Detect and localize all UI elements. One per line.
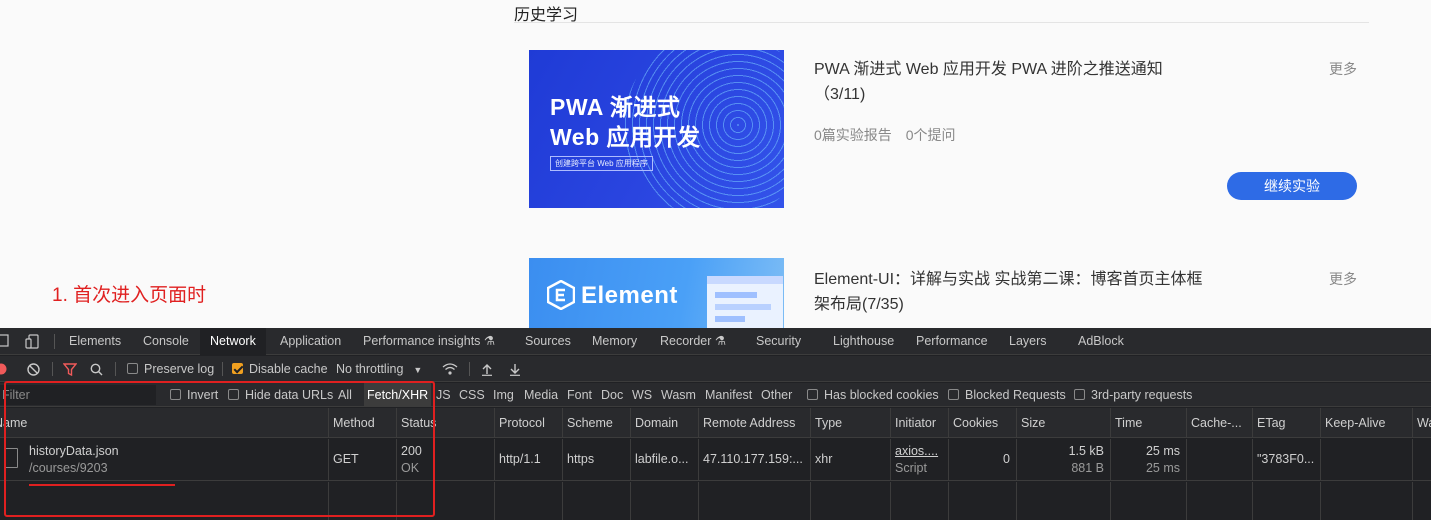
column-cookies[interactable]: Cookies (948, 408, 1016, 438)
preserve-log-checkbox[interactable]: Preserve log (127, 356, 214, 382)
annotation-underline (29, 484, 175, 486)
clear-icon[interactable] (27, 363, 40, 376)
export-har-icon[interactable] (509, 363, 521, 376)
filter-type-css[interactable]: CSS (459, 383, 485, 407)
cell-protocol: http/1.1 (494, 439, 562, 481)
cell-cache (1186, 439, 1252, 481)
course-title-pwa[interactable]: PWA 渐进式 Web 应用开发 PWA 进阶之推送通知（3/11) (814, 57, 1214, 107)
filter-type-other[interactable]: Other (761, 383, 792, 407)
more-link-element[interactable]: 更多 (1329, 269, 1357, 289)
screenshot-root: 历史学习 PWA 渐进式 Web 应用开发 创建跨平台 Web 应用程序 PWA… (0, 0, 1431, 520)
report-count: 0篇实验报告 (814, 127, 892, 143)
tab-network[interactable]: Network (200, 328, 266, 355)
dropdown-arrow-icon: ▼ (413, 365, 423, 375)
checkbox-icon (948, 389, 959, 400)
cell-keep-alive (1320, 439, 1412, 481)
more-link-pwa[interactable]: 更多 (1329, 59, 1357, 79)
ui-mockup-illustration (707, 276, 783, 328)
column-type[interactable]: Type (810, 408, 890, 438)
question-count: 0个提问 (905, 127, 956, 143)
thumbnail-subtitle: 创建跨平台 Web 应用程序 (550, 156, 653, 171)
checkbox-icon (1074, 389, 1085, 400)
tab-recorder[interactable]: Recorder ⚗ (660, 328, 726, 355)
cell-domain: labfile.o... (630, 439, 698, 481)
tab-application[interactable]: Application (280, 328, 341, 355)
inspect-element-icon[interactable] (0, 334, 10, 348)
column-etag[interactable]: ETag (1252, 408, 1320, 438)
tab-adblock[interactable]: AdBlock (1078, 328, 1124, 355)
tab-sources[interactable]: Sources (525, 328, 571, 355)
column-domain[interactable]: Domain (630, 408, 698, 438)
cell-initiator: axios.... Script (890, 439, 948, 481)
has-blocked-cookies-checkbox[interactable]: Has blocked cookies (807, 383, 939, 407)
checkbox-checked-icon (232, 363, 243, 374)
disable-cache-checkbox[interactable]: Disable cache (232, 356, 328, 382)
network-conditions-icon[interactable] (442, 363, 458, 376)
cell-time: 25 ms 25 ms (1110, 439, 1186, 481)
filter-type-ws[interactable]: WS (632, 383, 652, 407)
import-har-icon[interactable] (481, 363, 493, 376)
tab-memory[interactable]: Memory (592, 328, 637, 355)
thumbnail-title-line2: Web 应用开发 (550, 124, 701, 150)
column-protocol[interactable]: Protocol (494, 408, 562, 438)
checkbox-icon (807, 389, 818, 400)
column-cache[interactable]: Cache-... (1186, 408, 1252, 438)
column-wa[interactable]: Wa (1412, 408, 1431, 438)
filter-type-wasm[interactable]: Wasm (661, 383, 696, 407)
initiator-link[interactable]: axios.... (895, 444, 938, 458)
course-meta: 0篇实验报告 0个提问 (814, 125, 965, 145)
thumbnail-title-line1: PWA 渐进式 (550, 94, 681, 120)
cell-cookies: 0 (948, 439, 1016, 481)
course-history-page: 历史学习 PWA 渐进式 Web 应用开发 创建跨平台 Web 应用程序 PWA… (0, 0, 1431, 328)
record-icon[interactable] (0, 363, 7, 375)
section-divider (514, 22, 1369, 23)
thumbnail-title: Element (581, 282, 678, 309)
column-remote-address[interactable]: Remote Address (698, 408, 810, 438)
blocked-requests-checkbox[interactable]: Blocked Requests (948, 383, 1066, 407)
tab-console[interactable]: Console (143, 328, 189, 355)
tab-elements[interactable]: Elements (69, 328, 121, 355)
devtools-tabbar: Elements Console Network Application Per… (0, 328, 1431, 355)
tab-layers[interactable]: Layers (1009, 328, 1047, 355)
tab-performance[interactable]: Performance (916, 328, 988, 355)
cell-scheme: https (562, 439, 630, 481)
filter-icon[interactable] (63, 363, 77, 376)
column-keep-alive[interactable]: Keep-Alive (1320, 408, 1412, 438)
network-toolbar: Preserve log Disable cache No throttling… (0, 356, 1431, 382)
filter-type-font[interactable]: Font (567, 383, 592, 407)
element-logo-icon (547, 280, 575, 310)
filter-type-media[interactable]: Media (524, 383, 558, 407)
column-initiator[interactable]: Initiator (890, 408, 948, 438)
third-party-requests-checkbox[interactable]: 3rd-party requests (1074, 383, 1192, 407)
filter-type-img[interactable]: Img (493, 383, 514, 407)
filter-type-doc[interactable]: Doc (601, 383, 623, 407)
course-title-element[interactable]: Element-UI：详解与实战 实战第二课：博客首页主体框架布局(7/35) (814, 267, 1214, 317)
search-icon[interactable] (90, 363, 103, 376)
column-scheme[interactable]: Scheme (562, 408, 630, 438)
filter-type-manifest[interactable]: Manifest (705, 383, 752, 407)
cell-size: 1.5 kB 881 B (1016, 439, 1110, 481)
device-toolbar-icon[interactable] (25, 334, 40, 349)
cell-wa (1412, 439, 1431, 481)
throttling-select[interactable]: No throttling ▼ (336, 356, 422, 382)
column-time[interactable]: Time (1110, 408, 1186, 438)
annotation-highlight-box (4, 381, 435, 517)
course-thumbnail-pwa[interactable]: PWA 渐进式 Web 应用开发 创建跨平台 Web 应用程序 (529, 50, 784, 208)
filter-type-js[interactable]: JS (436, 383, 451, 407)
continue-experiment-button[interactable]: 继续实验 (1227, 172, 1357, 200)
cell-type: xhr (810, 439, 890, 481)
tab-lighthouse[interactable]: Lighthouse (833, 328, 894, 355)
cell-remote-address: 47.110.177.159:... (698, 439, 810, 481)
course-thumbnail-element[interactable]: Element (529, 258, 784, 328)
annotation-label: 1. 首次进入页面时 (52, 285, 207, 306)
cell-etag: "3783F0... (1252, 439, 1320, 481)
tab-performance-insights[interactable]: Performance insights ⚗ (363, 328, 495, 355)
tab-security[interactable]: Security (756, 328, 801, 355)
column-size[interactable]: Size (1016, 408, 1110, 438)
checkbox-icon (127, 363, 138, 374)
